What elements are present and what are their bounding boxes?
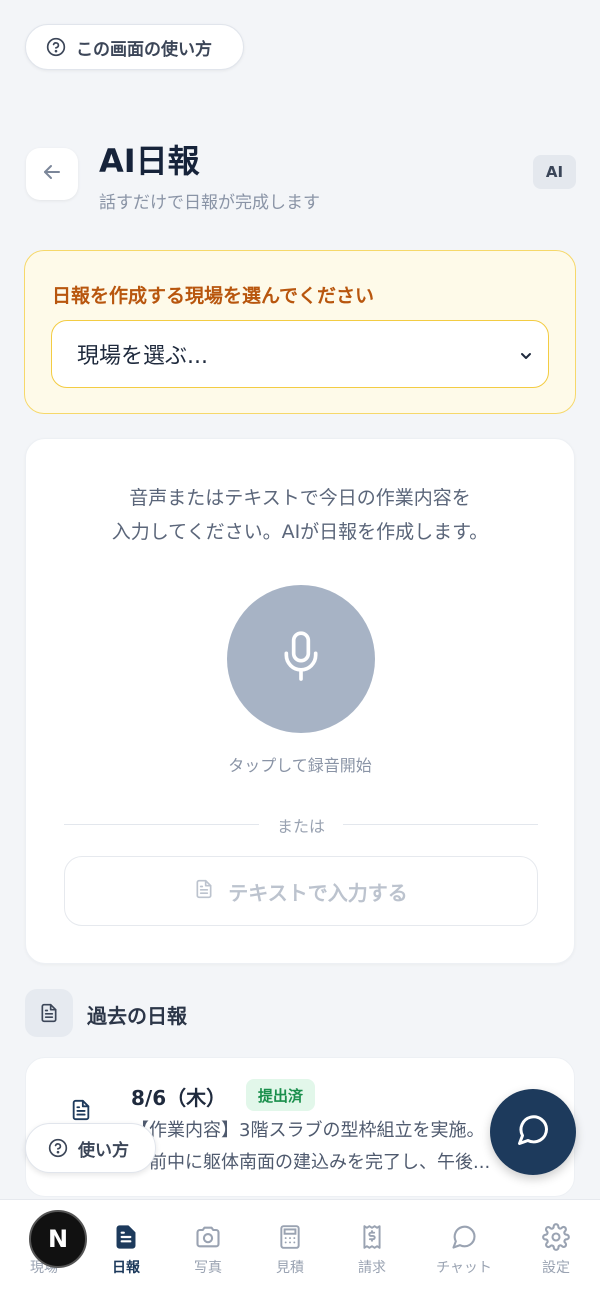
page-title: AI日報 (99, 142, 200, 180)
nav-label-photos: 写真 (194, 1260, 222, 1276)
back-button[interactable] (26, 148, 78, 200)
ai-badge: AI (533, 155, 576, 189)
nav-item-daily-report[interactable]: 日報 (88, 1220, 164, 1277)
past-reports-icon (25, 989, 73, 1037)
chat-bubble-icon (515, 1112, 551, 1152)
text-input-button[interactable]: テキストで入力する (64, 856, 538, 926)
nav-label-settings: 設定 (542, 1260, 570, 1276)
input-card: 音声またはテキストで今日の作業内容を 入力してください。AIが日報を作成します。… (25, 438, 575, 964)
report-summary-line-2: 午前中に躯体南面の建込みを完了し、午後... (131, 1152, 491, 1173)
document-icon (70, 1098, 92, 1126)
or-label: または (276, 817, 325, 836)
howto-button[interactable]: この画面の使い方 (25, 24, 244, 70)
camera-icon (170, 1220, 246, 1254)
report-date: 8/6（木） (131, 1086, 227, 1110)
gear-icon (518, 1220, 594, 1254)
report-summary-line-1: 【作業内容】3階スラブの型枠組立を実施。 (131, 1120, 485, 1141)
avatar[interactable]: N (29, 1210, 87, 1268)
microphone-icon (279, 629, 323, 689)
past-reports-title: 過去の日報 (87, 1004, 187, 1028)
instruction-line-1: 音声またはテキストで今日の作業内容を (129, 487, 471, 509)
nav-label-daily-report: 日報 (112, 1260, 140, 1276)
divider-line-right (343, 824, 538, 825)
document-icon (88, 1220, 164, 1254)
document-icon (194, 878, 214, 905)
page-subtitle: 話すだけで日報が完成します (99, 193, 320, 213)
chat-icon (426, 1220, 502, 1254)
nav-label-estimate: 見積 (276, 1260, 304, 1276)
calculator-icon (252, 1220, 328, 1254)
tap-to-record-label: タップして録音開始 (228, 756, 372, 775)
status-badge: 提出済 (246, 1079, 316, 1111)
instruction-line-2: 入力してください。AIが日報を作成します。 (111, 521, 489, 543)
arrow-left-icon (40, 160, 64, 188)
chat-fab-button[interactable] (490, 1089, 576, 1175)
bottom-nav: 現場 日報 写真 見積 請求 チャット 設定 (0, 1199, 600, 1298)
record-button[interactable] (227, 585, 375, 733)
site-prompt: 日報を作成する現場を選んでください (52, 285, 375, 307)
howto-label: この画面の使い方 (76, 39, 212, 60)
nav-item-estimate[interactable]: 見積 (252, 1220, 328, 1277)
site-select[interactable]: 現場を選ぶ... (51, 320, 549, 388)
nav-item-photos[interactable]: 写真 (170, 1220, 246, 1277)
text-input-button-label: テキストで入力する (228, 880, 408, 905)
nav-label-chat: チャット (436, 1260, 492, 1276)
nav-item-settings[interactable]: 設定 (518, 1220, 594, 1277)
nav-item-invoice[interactable]: 請求 (334, 1220, 410, 1277)
site-select-value: 現場を選ぶ... (77, 344, 208, 369)
nav-item-chat[interactable]: チャット (426, 1220, 502, 1277)
help-circle-icon (46, 37, 66, 57)
site-selection-panel: 日報を作成する現場を選んでください 現場を選ぶ... (24, 250, 576, 414)
or-divider: または (64, 813, 538, 837)
receipt-icon (334, 1220, 410, 1254)
chevron-down-icon (518, 345, 534, 370)
nav-label-invoice: 請求 (358, 1260, 386, 1276)
help-circle-icon (48, 1138, 68, 1158)
floating-howto-label: 使い方 (78, 1140, 129, 1161)
floating-howto-button[interactable]: 使い方 (25, 1123, 156, 1173)
